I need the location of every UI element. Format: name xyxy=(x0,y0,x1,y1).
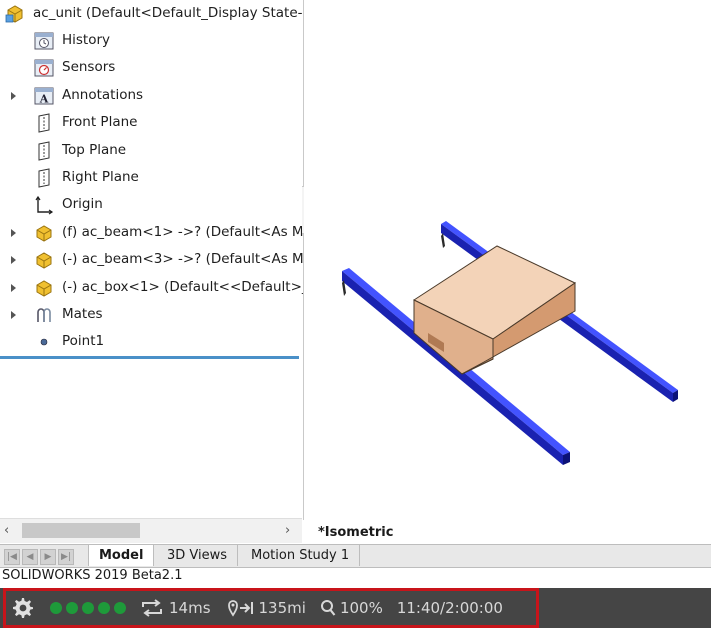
zoom-icon xyxy=(320,599,336,617)
plane-icon xyxy=(33,140,55,162)
performance-hud: 14ms 135mi 100% 11:40/2:00:00 xyxy=(3,588,539,628)
tree-item-label: Front Plane xyxy=(62,114,138,131)
view-orientation-label: *Isometric xyxy=(318,525,394,540)
zoom-value: 100% xyxy=(339,599,383,617)
part-icon xyxy=(33,222,55,244)
expand-arrow-icon[interactable] xyxy=(9,255,19,265)
tree-item-label: Mates xyxy=(62,306,103,322)
model-tabs-bar: |◀ ◀ ▶ ▶| Model 3D Views Motion Study 1 xyxy=(0,544,711,568)
expand-arrow-icon[interactable] xyxy=(9,91,19,101)
tree-item[interactable]: Right Plane xyxy=(0,166,303,190)
part-icon xyxy=(33,249,55,271)
tree-insertion-bar xyxy=(0,356,299,359)
annotations-icon: A xyxy=(33,85,55,107)
tree-item[interactable]: Mates xyxy=(0,303,303,327)
assembly-icon xyxy=(4,3,26,25)
tree-item[interactable]: Point1 xyxy=(0,330,303,354)
tree-root-label: ac_unit (Default<Default_Display State-1 xyxy=(33,5,304,21)
distance-value: 135mi xyxy=(258,599,306,617)
tab-prev-icon[interactable]: ◀ xyxy=(22,549,38,565)
tree-item[interactable]: Sensors xyxy=(0,56,303,80)
scroll-left-arrow-icon[interactable]: ‹ xyxy=(4,524,16,537)
tab-model[interactable]: Model xyxy=(88,545,155,566)
tree-item-label: History xyxy=(62,32,111,48)
tree-item[interactable]: (f) ac_beam<1> ->? (Default<As Ma xyxy=(0,221,303,245)
expand-arrow-icon[interactable] xyxy=(9,283,19,293)
tree-item[interactable]: Top Plane xyxy=(0,139,303,163)
svg-text:A: A xyxy=(39,92,49,105)
plane-icon xyxy=(33,167,55,189)
expand-arrow-icon[interactable] xyxy=(9,228,19,238)
part-icon xyxy=(33,277,55,299)
status-dot xyxy=(114,602,126,614)
tree-item-label: (-) ac_box<1> (Default<<Default>_F xyxy=(62,278,304,295)
history-icon xyxy=(33,30,55,52)
tree-item-label: Origin xyxy=(62,196,103,213)
scrollbar-thumb[interactable] xyxy=(22,523,140,538)
status-dot xyxy=(98,602,110,614)
expand-arrow-icon[interactable] xyxy=(9,310,19,320)
plane-icon xyxy=(33,112,55,134)
tab-last-icon[interactable]: ▶| xyxy=(58,549,74,565)
gear-icon[interactable] xyxy=(12,597,34,619)
assembly-3d-model xyxy=(342,221,678,465)
status-dot xyxy=(82,602,94,614)
tree-item-label: Sensors xyxy=(62,59,116,76)
origin-icon xyxy=(33,194,55,216)
app-version-status: SOLIDWORKS 2019 Beta2.1 xyxy=(2,568,183,583)
scroll-right-arrow-icon[interactable]: › xyxy=(285,524,297,537)
tree-item[interactable]: (-) ac_box<1> (Default<<Default>_F xyxy=(0,276,303,300)
tree-root-item[interactable]: ac_unit (Default<Default_Display State-1 xyxy=(0,2,303,26)
tree-item[interactable]: Origin xyxy=(0,193,303,217)
tab-first-icon[interactable]: |◀ xyxy=(4,549,20,565)
point-icon xyxy=(33,331,55,353)
tree-item-label: (-) ac_beam<3> ->? (Default<As Ma xyxy=(62,251,304,268)
tree-item-label: Right Plane xyxy=(62,169,139,185)
time-value: 11:40/2:00:00 xyxy=(396,599,503,617)
loop-icon xyxy=(140,599,164,617)
mates-icon xyxy=(33,304,55,326)
tab-motion-study-1[interactable]: Motion Study 1 xyxy=(241,545,361,566)
tree-item-label: Top Plane xyxy=(62,141,127,158)
tree-horizontal-scrollbar[interactable]: ‹ › xyxy=(0,518,302,543)
feature-manager-tree: ac_unit (Default<Default_Display State-1… xyxy=(0,0,304,520)
graphics-viewport[interactable] xyxy=(304,0,711,546)
tree-item[interactable]: History xyxy=(0,29,303,53)
status-dot xyxy=(66,602,78,614)
tree-item[interactable]: (-) ac_beam<3> ->? (Default<As Ma xyxy=(0,248,303,272)
tree-item-label: Point1 xyxy=(62,333,105,350)
tree-item[interactable]: A Annotations xyxy=(0,84,303,108)
tab-next-icon[interactable]: ▶ xyxy=(40,549,56,565)
route-icon xyxy=(227,599,255,617)
sensors-icon xyxy=(33,57,55,79)
tree-item-label: Annotations xyxy=(62,86,144,103)
status-dot xyxy=(50,602,62,614)
loop-time-value: 14ms xyxy=(169,599,211,617)
tree-item[interactable]: Front Plane xyxy=(0,111,303,135)
tab-3d-views[interactable]: 3D Views xyxy=(157,545,239,566)
tree-item-label: (f) ac_beam<1> ->? (Default<As Ma xyxy=(62,223,304,240)
status-dots xyxy=(50,602,130,614)
